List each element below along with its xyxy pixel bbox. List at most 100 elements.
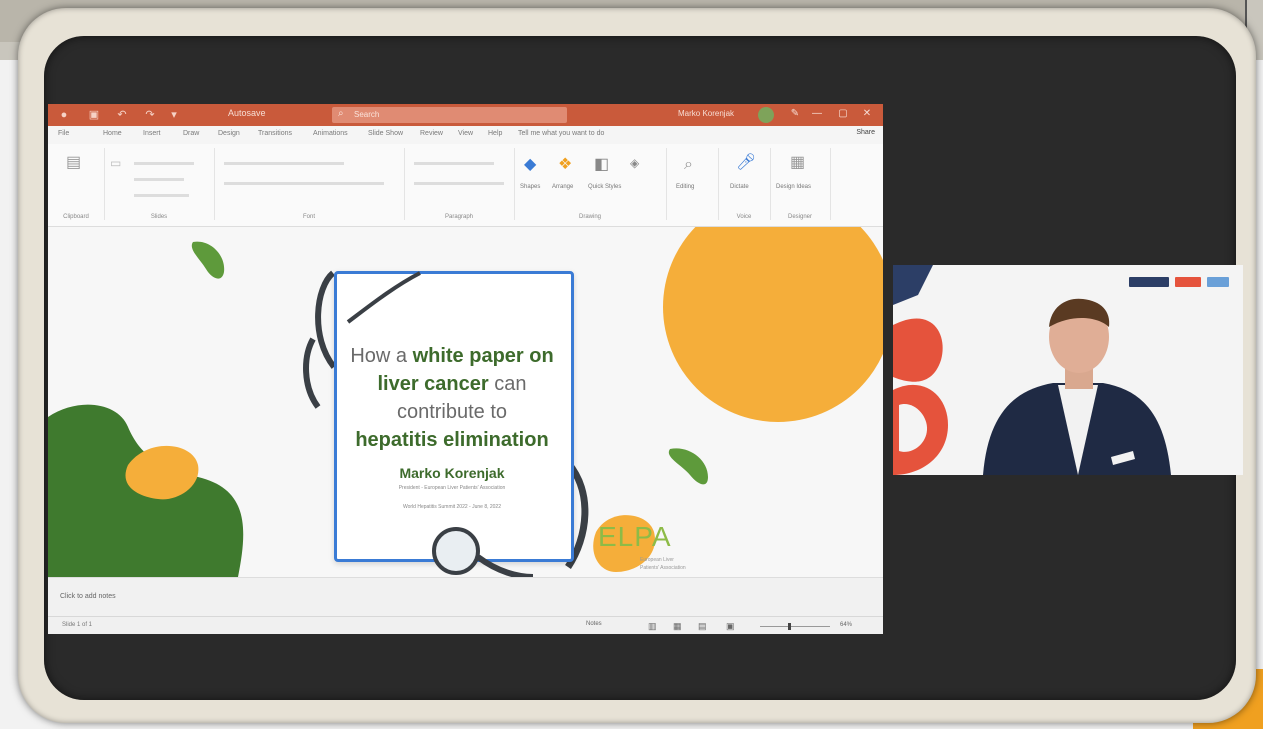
- save-icon[interactable]: ▣: [88, 109, 100, 121]
- shape-fill-icon[interactable]: ◈: [630, 154, 639, 172]
- title-text: can: [488, 373, 527, 395]
- customize-icon[interactable]: ▾: [168, 109, 180, 121]
- arrange-icon[interactable]: ❖: [558, 156, 572, 174]
- slide[interactable]: How a white paper on liver cancer can co…: [48, 227, 883, 577]
- avatar[interactable]: [758, 107, 774, 123]
- tab-transitions[interactable]: Transitions: [258, 130, 292, 137]
- paragraph-row: [414, 162, 494, 165]
- file-name: Autosave: [228, 108, 266, 118]
- new-slide-icon[interactable]: ▭: [110, 154, 121, 172]
- slide-author: Marko Korenjak: [399, 465, 505, 481]
- slide-affiliation: President - European Liver Patients' Ass…: [398, 485, 506, 491]
- arrange-label[interactable]: Arrange: [552, 184, 573, 190]
- quick-styles-label[interactable]: Quick Styles: [588, 184, 621, 190]
- autosave-icon[interactable]: ●: [58, 109, 70, 121]
- voice-label: Voice: [736, 214, 752, 220]
- reading-view-icon[interactable]: ▤: [698, 621, 707, 632]
- title-bold-text: liver cancer: [377, 373, 489, 395]
- redo-icon[interactable]: ↷: [144, 109, 156, 121]
- sponsor-logo: [1207, 277, 1229, 287]
- search-box[interactable]: ⌕ Search: [332, 107, 567, 123]
- slides-group: ▭ Slides: [104, 148, 215, 220]
- slide-sorter-icon[interactable]: ▦: [673, 621, 682, 632]
- title-bold-text: white paper on: [412, 345, 554, 367]
- designer-group: ▦ Design Ideas Designer: [770, 148, 831, 220]
- undo-icon[interactable]: ↶: [116, 109, 128, 121]
- shapes-label[interactable]: Shapes: [520, 184, 540, 190]
- microphone-icon[interactable]: 🎤︎: [736, 154, 756, 172]
- normal-view-icon[interactable]: ▥: [648, 621, 657, 632]
- slides-label: Slides: [150, 214, 168, 220]
- font-group: Font: [214, 148, 405, 220]
- status-bar: Slide 1 of 1 Notes ▥ ▦ ▤ ▣ 64%: [48, 616, 883, 634]
- notes-pane[interactable]: Click to add notes: [48, 577, 883, 617]
- tab-design[interactable]: Design: [218, 130, 240, 137]
- maximize-button[interactable]: ▢: [836, 108, 850, 122]
- drawing-group: ◆ Shapes ❖ Arrange ◧ Quick Styles ◈ Draw…: [514, 148, 667, 220]
- zoom-slider[interactable]: [760, 626, 830, 627]
- tab-review[interactable]: Review: [420, 130, 443, 137]
- design-ideas-button[interactable]: Design Ideas: [776, 184, 811, 190]
- powerpoint-window: ● ▣ ↶ ↷ ▾ Autosave ⌕ Search Marko Korenj…: [48, 104, 883, 634]
- pen-icon[interactable]: ✎: [788, 108, 802, 122]
- design-ideas-icon[interactable]: ▦: [790, 154, 805, 172]
- tab-insert[interactable]: Insert: [143, 130, 161, 137]
- find-icon[interactable]: ⌕: [684, 156, 693, 174]
- tab-slide-show[interactable]: Slide Show: [368, 130, 403, 137]
- quick-styles-icon[interactable]: ◧: [594, 156, 609, 174]
- ribbon: ▤ Clipboard ▭ Slides Font Paragraph ◆ Sh…: [48, 144, 883, 227]
- tab-draw[interactable]: Draw: [183, 130, 199, 137]
- slide-stage: How a white paper on liver cancer can co…: [48, 227, 883, 577]
- slideshow-icon[interactable]: ▣: [726, 621, 735, 632]
- title-text: contribute to: [396, 401, 508, 423]
- font-label: Font: [302, 214, 315, 220]
- paragraph-label: Paragraph: [444, 214, 474, 220]
- notes-placeholder: Click to add notes: [60, 593, 116, 600]
- dictate-button[interactable]: Dictate: [730, 184, 749, 190]
- search-icon: ⌕: [338, 108, 344, 119]
- shapes-icon[interactable]: ◆: [524, 156, 536, 174]
- tab-home[interactable]: Home: [103, 130, 122, 137]
- notes-button[interactable]: Notes: [586, 621, 602, 627]
- font-name-box: [224, 162, 344, 165]
- stethoscope-tube: [476, 554, 534, 577]
- voice-group: 🎤︎ Dictate Voice: [718, 148, 771, 220]
- title-text: How a: [350, 345, 413, 367]
- slide-counter: Slide 1 of 1: [62, 622, 93, 628]
- elpa-logo: ELPA: [598, 521, 672, 552]
- title-bold-text: hepatitis elimination: [355, 429, 549, 451]
- ribbon-tabs: File Home Insert Draw Design Transitions…: [48, 126, 883, 145]
- sponsor-logos: [1129, 277, 1229, 289]
- close-button[interactable]: ✕: [860, 108, 874, 122]
- stethoscope-tube: [346, 271, 421, 324]
- tab-view[interactable]: View: [458, 130, 473, 137]
- search-placeholder: Search: [354, 110, 380, 119]
- tab-file[interactable]: File: [58, 130, 69, 137]
- title-bar: ● ▣ ↶ ↷ ▾ Autosave ⌕ Search Marko Korenj…: [48, 104, 883, 126]
- elpa-logo-subtitle: European Liver: [640, 557, 674, 563]
- share-button[interactable]: Share: [856, 129, 875, 136]
- user-name[interactable]: Marko Korenjak: [678, 109, 734, 118]
- clipboard-label: Clipboard: [63, 214, 89, 220]
- clipboard-group: ▤ Clipboard: [48, 148, 105, 220]
- paragraph-row: [414, 182, 504, 185]
- zoom-level[interactable]: 64%: [840, 622, 852, 628]
- designer-label: Designer: [787, 214, 812, 220]
- slides-option: [134, 194, 189, 197]
- editing-button[interactable]: Editing: [676, 184, 694, 190]
- zoom-slider-thumb[interactable]: [788, 623, 791, 630]
- stethoscope-chestpiece: [432, 527, 480, 575]
- slide-event: World Hepatitis Summit 2022 - June 8, 20…: [402, 504, 501, 510]
- tell-me-search[interactable]: Tell me what you want to do: [518, 130, 604, 137]
- tab-animations[interactable]: Animations: [313, 130, 348, 137]
- paragraph-group: Paragraph: [404, 148, 515, 220]
- elpa-logo-subtitle: Patients' Association: [640, 565, 686, 571]
- tab-help[interactable]: Help: [488, 130, 502, 137]
- slides-option: [134, 178, 184, 181]
- font-format-row: [224, 182, 384, 185]
- drawing-label: Drawing: [578, 214, 601, 220]
- sponsor-logo: [1129, 277, 1169, 287]
- webcam-feed: [893, 265, 1243, 475]
- minimize-button[interactable]: —: [810, 108, 824, 122]
- paste-icon[interactable]: ▤: [66, 154, 81, 172]
